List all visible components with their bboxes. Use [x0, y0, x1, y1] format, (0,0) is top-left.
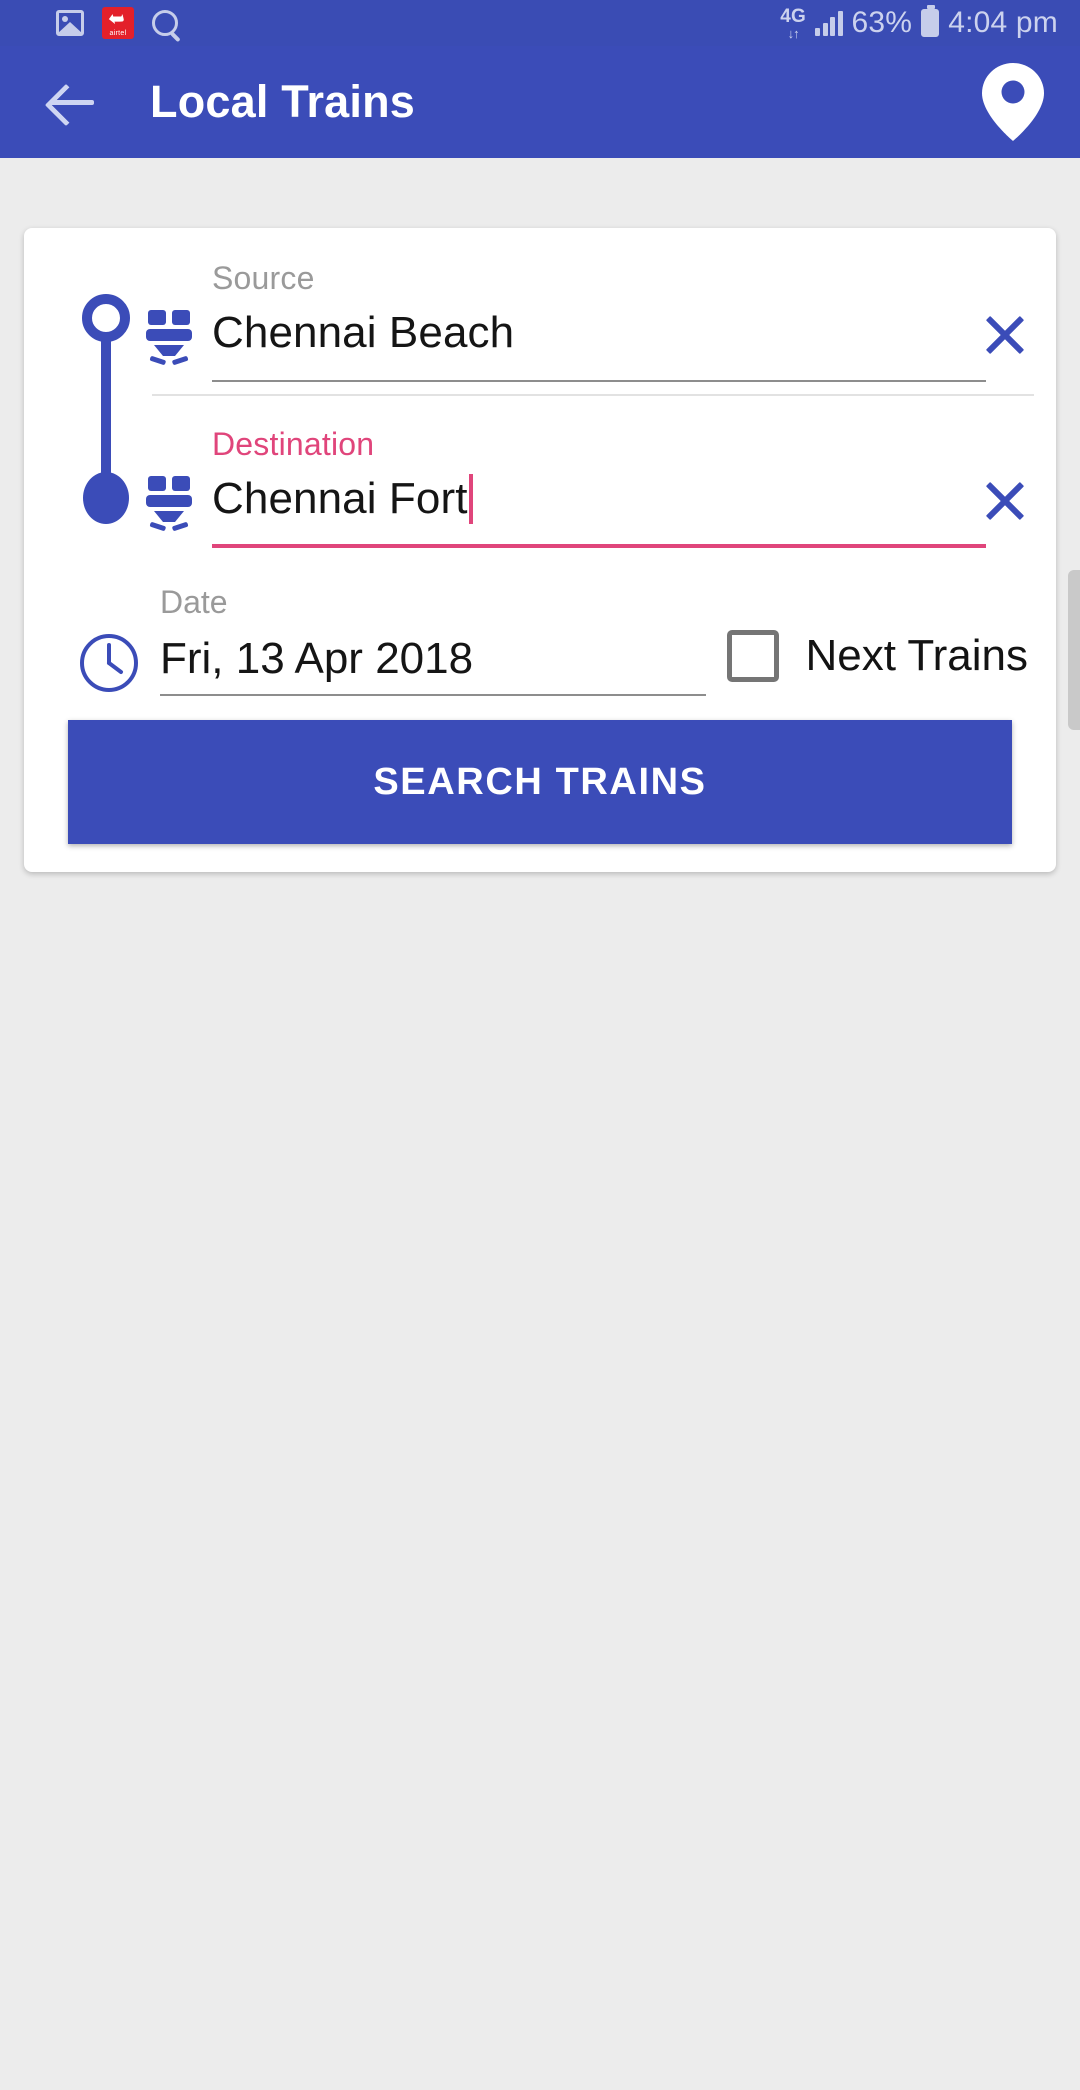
clock-icon: [78, 632, 140, 694]
phone-screen: ➥ airtel 4G ↓↑ 63% 4:04 pm Local Trains: [0, 0, 1080, 2090]
status-bar-right: 4G ↓↑ 63% 4:04 pm: [780, 5, 1058, 40]
train-icon: [142, 308, 196, 366]
route-fields: Source Chennai Beach Destination Chennai…: [24, 228, 1056, 560]
date-input[interactable]: Fri, 13 Apr 2018: [160, 626, 706, 696]
train-icon: [142, 474, 196, 532]
destination-label: Destination: [212, 426, 375, 462]
destination-input-underline: [212, 544, 986, 548]
destination-field-row[interactable]: Destination Chennai Fort: [24, 394, 1056, 560]
battery-icon: [921, 5, 940, 37]
destination-clear-button[interactable]: [976, 472, 1034, 530]
network-type-label: 4G: [780, 5, 807, 27]
date-input-value: Fri, 13 Apr 2018: [160, 634, 474, 683]
destination-input-value-wrap: Chennai Fort: [212, 466, 986, 532]
battery-percent-label: 63%: [851, 6, 913, 39]
source-input[interactable]: Chennai Beach: [212, 300, 986, 382]
airtel-icon: ➥ airtel: [102, 7, 134, 39]
airtel-label: airtel: [109, 29, 127, 37]
source-input-underline: [212, 380, 986, 382]
next-trains-checkbox[interactable]: [727, 630, 780, 682]
source-input-value: Chennai Beach: [212, 308, 515, 357]
date-field-row: Date Fri, 13 Apr 2018 Next Trains: [24, 560, 1056, 720]
network-type-indicator: 4G ↓↑: [780, 7, 806, 40]
signal-strength-icon: [815, 10, 843, 36]
back-arrow-icon[interactable]: [44, 73, 102, 131]
source-clear-button[interactable]: [976, 306, 1034, 364]
status-bar: ➥ airtel 4G ↓↑ 63% 4:04 pm: [0, 0, 1080, 46]
location-pin-icon[interactable]: [982, 63, 1044, 141]
data-arrows-icon: ↓↑: [787, 25, 800, 41]
gallery-icon: [56, 10, 84, 36]
search-trains-button[interactable]: SEARCH TRAINS: [68, 720, 1012, 844]
source-field-row[interactable]: Source Chennai Beach: [24, 228, 1056, 396]
airtel-swoosh-icon: ➥: [110, 8, 126, 30]
next-trains-checkbox-row[interactable]: Next Trains: [727, 630, 1028, 682]
destination-input-value: Chennai Fort: [212, 474, 468, 523]
source-label: Source: [212, 260, 315, 296]
app-bar: Local Trains: [0, 46, 1080, 158]
clock-label: 4:04 pm: [948, 6, 1058, 39]
status-bar-left: ➥ airtel: [56, 7, 178, 39]
date-label: Date: [160, 584, 228, 620]
search-icon: [152, 10, 178, 36]
scrollbar-thumb[interactable]: [1068, 570, 1080, 730]
text-caret: [468, 474, 473, 524]
date-input-underline: [160, 694, 706, 696]
page-title: Local Trains: [150, 76, 415, 127]
next-trains-label: Next Trains: [805, 631, 1028, 680]
destination-input[interactable]: Chennai Fort: [212, 466, 986, 548]
search-form-card: Source Chennai Beach Destination Chennai…: [24, 228, 1056, 872]
